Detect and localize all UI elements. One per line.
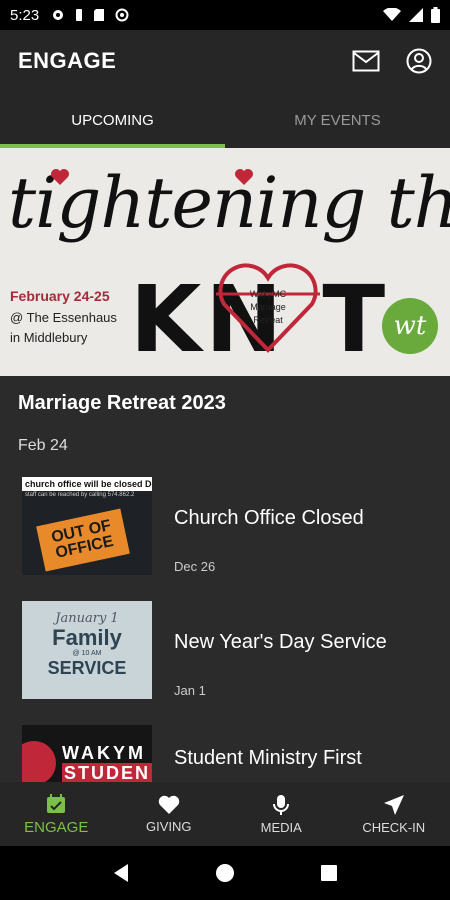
microphone-icon [273,794,290,815]
nav-label: GIVING [145,818,192,834]
bottom-navigation: ENGAGE GIVING MEDIA CHECK-IN [0,782,450,846]
signal-icon [409,8,423,22]
event-title: New Year's Day Service [174,631,387,653]
battery-icon [431,7,440,23]
event-title: Church Office Closed [174,507,364,529]
church-logo: wt [382,298,438,354]
nav-label: MEDIA [260,819,302,835]
ministry-logo [22,741,56,782]
event-thumbnail: church office will be closed Dec 26 staf… [22,477,152,575]
event-thumbnail: January 1 Family @ 10 AM SERVICE [22,601,152,699]
tab-my-events[interactable]: MY EVENTS [225,92,450,148]
featured-event[interactable]: Marriage Retreat 2023 Feb 24 [0,376,450,455]
small-heart-icon [51,169,69,185]
out-of-office-sign: OUT OF OFFICE [36,508,130,572]
sd-card-icon [94,9,105,21]
small-heart-icon-2 [235,169,253,185]
system-navigation-bar [0,846,450,900]
home-icon[interactable] [215,863,235,883]
nav-giving[interactable]: GIVING [113,782,226,846]
status-bar: 5:23 [0,0,450,30]
event-thumbnail: WAKYM STUDEN [22,725,152,782]
wifi-icon [383,8,401,21]
event-date: Jan 1 [174,683,206,698]
data-saver-icon [115,8,129,22]
send-icon [383,794,404,815]
featured-event-banner[interactable]: tightening the KN T WakyMC Marriage Retr… [0,148,450,376]
list-item[interactable]: church office will be closed Dec 26 staf… [0,477,450,601]
event-date: Dec 26 [174,559,216,574]
recents-icon[interactable] [320,864,338,882]
list-item[interactable]: January 1 Family @ 10 AM SERVICE New Yea… [0,601,450,725]
banner-venue: @ The Essenhaus in Middlebury [10,310,117,345]
calendar-check-icon [47,793,66,813]
battery-saver-icon [76,9,83,21]
list-item[interactable]: WAKYM STUDEN Student Ministry First [0,725,450,782]
nav-check-in[interactable]: CHECK-IN [338,782,450,846]
tab-upcoming[interactable]: UPCOMING [0,92,225,148]
featured-event-date: Feb 24 [18,437,68,454]
event-list: church office will be closed Dec 26 staf… [0,477,450,782]
event-tabs: UPCOMING MY EVENTS [0,92,450,148]
nav-label: ENGAGE [24,818,89,836]
mail-icon[interactable] [352,50,380,72]
banner-date: February 24-25 [10,288,110,304]
nav-media[interactable]: MEDIA [225,782,338,846]
nav-engage[interactable]: ENGAGE [0,782,113,846]
app-bar: ENGAGE [0,30,450,92]
banner-script-text: tightening the [8,162,450,244]
status-time: 5:23 [10,6,40,24]
events-content: tightening the KN T WakyMC Marriage Retr… [0,148,450,782]
settings-icon [53,10,64,20]
event-title: Student Ministry First [174,747,362,769]
nav-label: CHECK-IN [362,819,426,835]
heart-icon [158,795,179,814]
back-icon[interactable] [112,863,130,883]
featured-event-title: Marriage Retreat 2023 [18,392,226,414]
profile-icon[interactable] [406,48,432,74]
app-title: ENGAGE [18,48,117,73]
banner-heart-text: WakyMC Marriage Retreat [249,289,287,325]
